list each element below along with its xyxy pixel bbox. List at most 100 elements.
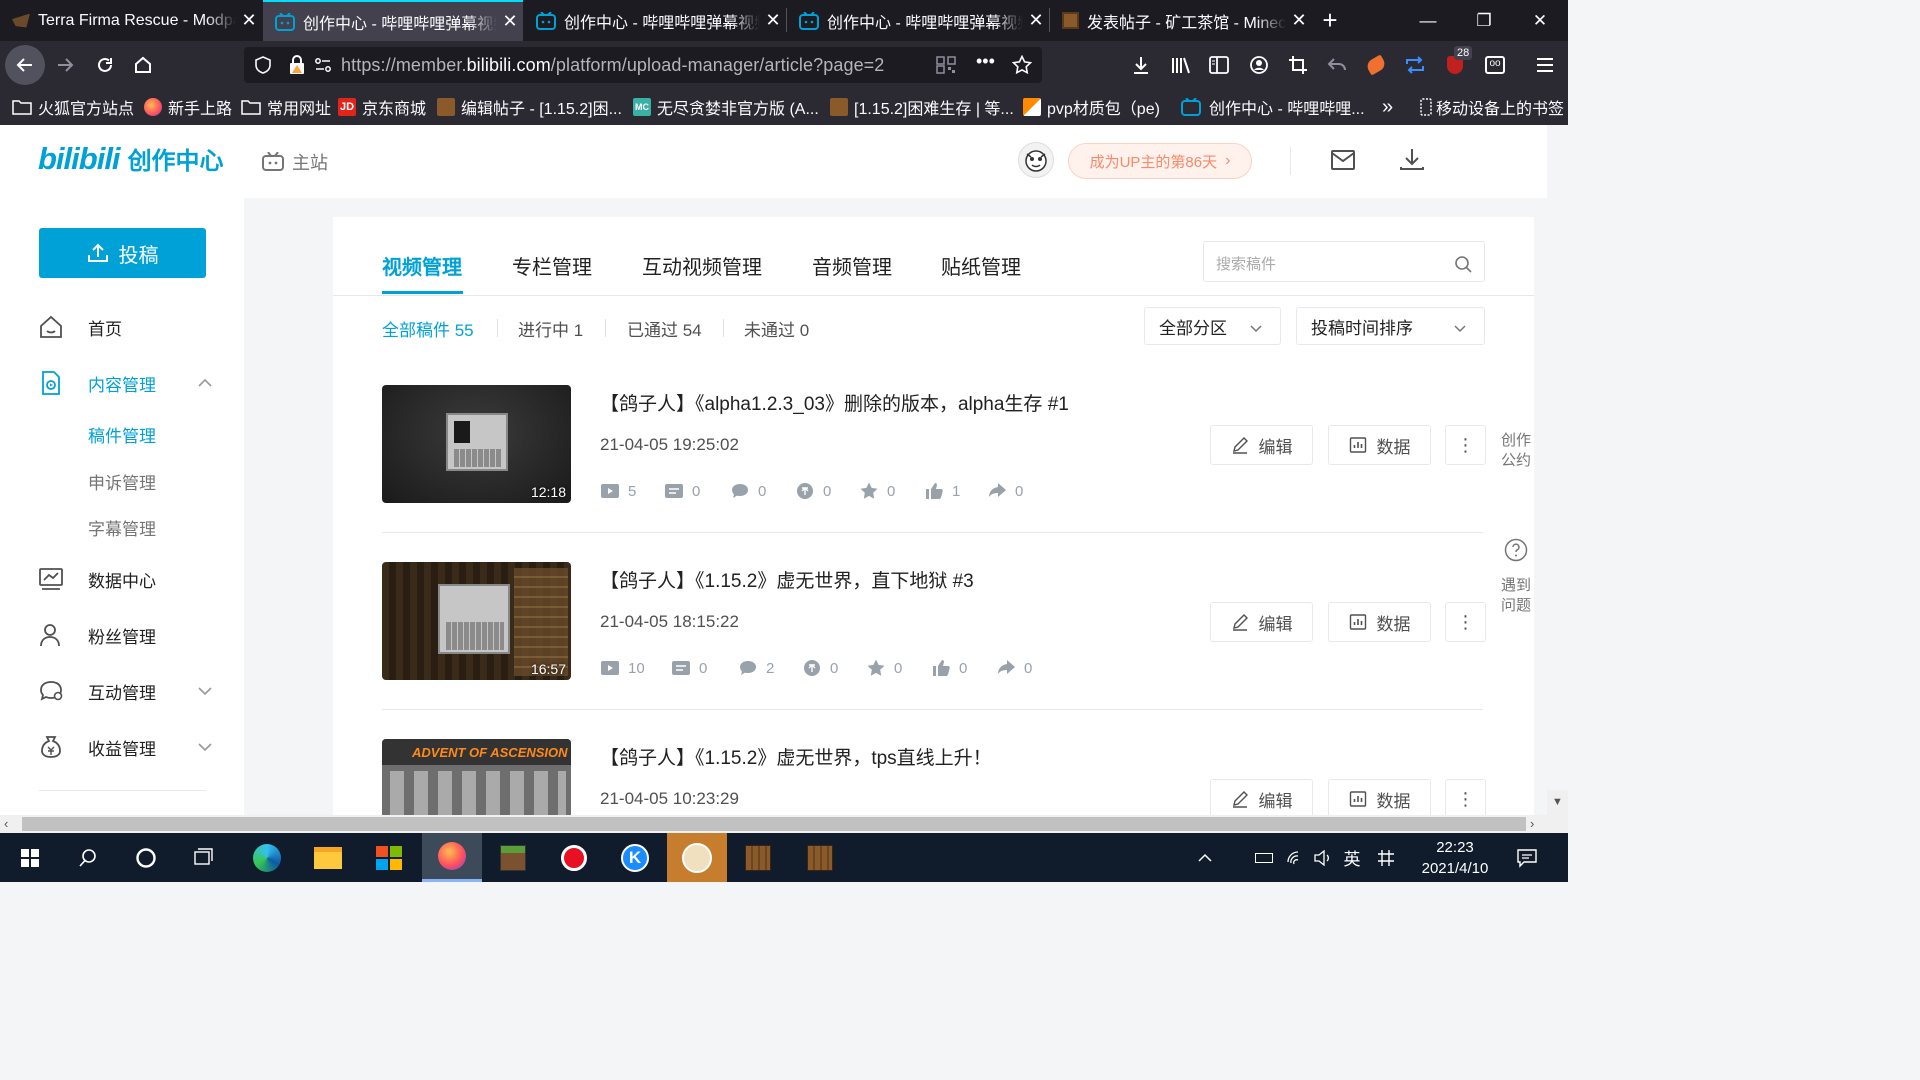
menu-button[interactable] xyxy=(1526,41,1564,89)
ime-mode-icon[interactable] xyxy=(1372,833,1400,882)
video-title[interactable]: 【鸽子人】《1.15.2》虚无世界，直下地狱 #3 xyxy=(600,566,974,593)
sidebar-item-data[interactable]: 数据中心 xyxy=(0,557,244,601)
filter-all[interactable]: 全部稿件 55 xyxy=(382,316,474,341)
back-button[interactable] xyxy=(5,45,45,85)
bilibili-logo[interactable]: bilibili 创作中心 xyxy=(38,141,224,177)
start-button[interactable] xyxy=(0,833,60,882)
horizontal-scrollbar[interactable]: ‹ › xyxy=(0,815,1547,833)
more-button[interactable]: ⋮ xyxy=(1445,779,1486,815)
sidebar-item-content[interactable]: 内容管理 xyxy=(0,361,244,405)
close-icon[interactable]: ✕ xyxy=(1023,10,1049,31)
up-days-badge[interactable]: 成为UP主的第86天 › xyxy=(1068,143,1252,179)
bookmark-star-icon[interactable] xyxy=(1012,55,1032,75)
zone-select[interactable]: 全部分区 xyxy=(1144,307,1281,345)
minimize-button[interactable]: — xyxy=(1400,0,1456,41)
tab-interactive-video[interactable]: 互动视频管理 xyxy=(642,251,762,280)
video-title[interactable]: 【鸽子人】《alpha1.2.3_03》删除的版本，alpha生存 #1 xyxy=(600,389,1069,416)
filter-passed[interactable]: 已通过 54 xyxy=(627,316,702,341)
recorder-taskbar-button[interactable] xyxy=(544,833,604,882)
restore-button[interactable]: ❐ xyxy=(1456,0,1512,41)
close-icon[interactable]: ✕ xyxy=(236,10,262,31)
close-icon[interactable]: ✕ xyxy=(760,10,786,31)
store-taskbar-button[interactable] xyxy=(359,833,419,882)
search-input[interactable]: 搜索稿件 xyxy=(1216,253,1276,274)
forward-button[interactable] xyxy=(46,41,84,89)
ime-indicator[interactable]: 英 xyxy=(1338,833,1366,882)
data-button[interactable]: 数据 xyxy=(1328,779,1431,815)
launcher-taskbar-button-2[interactable] xyxy=(790,833,850,882)
browser-tab[interactable]: 创作中心 - 哔哩哔哩弹幕视频网 ✕ xyxy=(787,0,1049,41)
tray-overflow-button[interactable] xyxy=(1190,833,1220,882)
bookmark-item[interactable]: 新手上路 xyxy=(144,89,232,125)
mobile-bookmarks[interactable]: 移动设备上的书签 xyxy=(1420,89,1564,125)
main-site-link[interactable]: 主站 xyxy=(262,149,328,175)
explorer-taskbar-button[interactable] xyxy=(298,833,358,882)
download-icon[interactable] xyxy=(1399,147,1425,171)
sort-select[interactable]: 投稿时间排序 xyxy=(1296,307,1485,345)
lock-warning-icon[interactable] xyxy=(288,55,306,75)
kugou-taskbar-button[interactable]: K xyxy=(605,833,665,882)
avatar[interactable] xyxy=(1018,142,1054,178)
account-button[interactable] xyxy=(1240,41,1278,89)
sidebar-item-interaction[interactable]: 互动管理 xyxy=(0,669,244,713)
data-button[interactable]: 数据 xyxy=(1328,425,1431,465)
close-icon[interactable]: ✕ xyxy=(497,11,523,32)
new-tab-button[interactable]: + xyxy=(1302,0,1358,41)
volume-icon[interactable] xyxy=(1309,833,1337,882)
help-link[interactable]: 遇到问题 xyxy=(1499,576,1533,616)
video-thumbnail[interactable]: ADVENT OF ASCENSION xyxy=(382,739,571,815)
video-title[interactable]: 【鸽子人】《1.15.2》虚无世界，tps直线上升！ xyxy=(600,743,992,770)
tab-video[interactable]: 视频管理 xyxy=(382,251,462,280)
bookmark-item[interactable]: MC 无尽贪婪非官方版 (A... xyxy=(633,89,819,125)
url-bar[interactable]: https://member.bilibili.com/platform/upl… xyxy=(244,47,1042,83)
page-actions-button[interactable]: ••• xyxy=(976,51,995,72)
browser-tab[interactable]: 创作中心 - 哔哩哔哩弹幕视频网 ✕ xyxy=(524,0,786,41)
sidebar-item-income[interactable]: 收益管理 xyxy=(0,725,244,769)
sidebar-sub-appeals[interactable]: 申诉管理 xyxy=(88,469,156,494)
permissions-icon[interactable] xyxy=(314,56,332,74)
data-button[interactable]: 数据 xyxy=(1328,602,1431,642)
battery-icon[interactable] xyxy=(1250,833,1278,882)
bookmark-item[interactable]: 火狐官方站点 xyxy=(12,89,134,125)
creator-convention-link[interactable]: 创作公约 xyxy=(1499,431,1533,471)
sidebar-sub-subtitles[interactable]: 字幕管理 xyxy=(88,515,156,540)
notifications-button[interactable] xyxy=(1510,833,1544,882)
filter-in-progress[interactable]: 进行中 1 xyxy=(518,316,583,341)
extension-button[interactable] xyxy=(1357,41,1395,89)
sidebar-item-fans[interactable]: 粉丝管理 xyxy=(0,613,244,657)
edit-button[interactable]: 编辑 xyxy=(1210,602,1313,642)
edit-button[interactable]: 编辑 xyxy=(1210,425,1313,465)
more-button[interactable]: ⋮ xyxy=(1445,425,1486,465)
video-thumbnail[interactable]: 12:18 xyxy=(382,385,571,503)
clock[interactable]: 22:23 2021/4/10 xyxy=(1406,833,1504,882)
scroll-right-icon[interactable]: › xyxy=(1530,816,1534,831)
h-scrollbar-thumb[interactable] xyxy=(22,817,1526,831)
crop-button[interactable] xyxy=(1279,41,1317,89)
bookmark-item[interactable]: 编辑帖子 - [1.15.2]困... xyxy=(437,89,622,125)
search-icon[interactable] xyxy=(1454,255,1472,273)
bookmark-item[interactable]: [1.15.2]困难生存 | 等... xyxy=(830,89,1014,125)
task-view-button[interactable] xyxy=(175,833,235,882)
browser-tab[interactable]: Terra Firma Rescue - Modpack ✕ xyxy=(0,0,262,41)
bookmark-item[interactable]: JD 京东商城 xyxy=(338,89,426,125)
tab-stickers[interactable]: 贴纸管理 xyxy=(941,251,1021,280)
tab-article[interactable]: 专栏管理 xyxy=(512,251,592,280)
sidebar-sub-manuscripts[interactable]: 稿件管理 xyxy=(88,422,156,447)
filter-rejected[interactable]: 未通过 0 xyxy=(744,316,809,341)
launcher-taskbar-button[interactable] xyxy=(728,833,788,882)
video-thumbnail[interactable]: 16:57 xyxy=(382,562,571,680)
upload-button[interactable]: 投稿 xyxy=(39,228,206,278)
undo-extension-button[interactable] xyxy=(1318,41,1356,89)
app-taskbar-button[interactable] xyxy=(667,833,727,882)
sidebar-button[interactable] xyxy=(1200,41,1238,89)
sync-button[interactable] xyxy=(1396,41,1434,89)
bookmark-item[interactable]: 创作中心 - 哔哩哔哩... xyxy=(1181,89,1365,125)
wifi-icon[interactable] xyxy=(1282,833,1310,882)
tab-audio[interactable]: 音频管理 xyxy=(812,251,892,280)
cortana-button[interactable] xyxy=(116,833,176,882)
home-button[interactable] xyxy=(124,41,162,89)
browser-tab-active[interactable]: 创作中心 - 哔哩哔哩弹幕视频网 ✕ xyxy=(263,0,523,41)
library-button[interactable] xyxy=(1162,41,1200,89)
extension-button-2[interactable]: oo xyxy=(1476,41,1514,89)
bookmark-item[interactable]: 常用网址 xyxy=(241,89,331,125)
